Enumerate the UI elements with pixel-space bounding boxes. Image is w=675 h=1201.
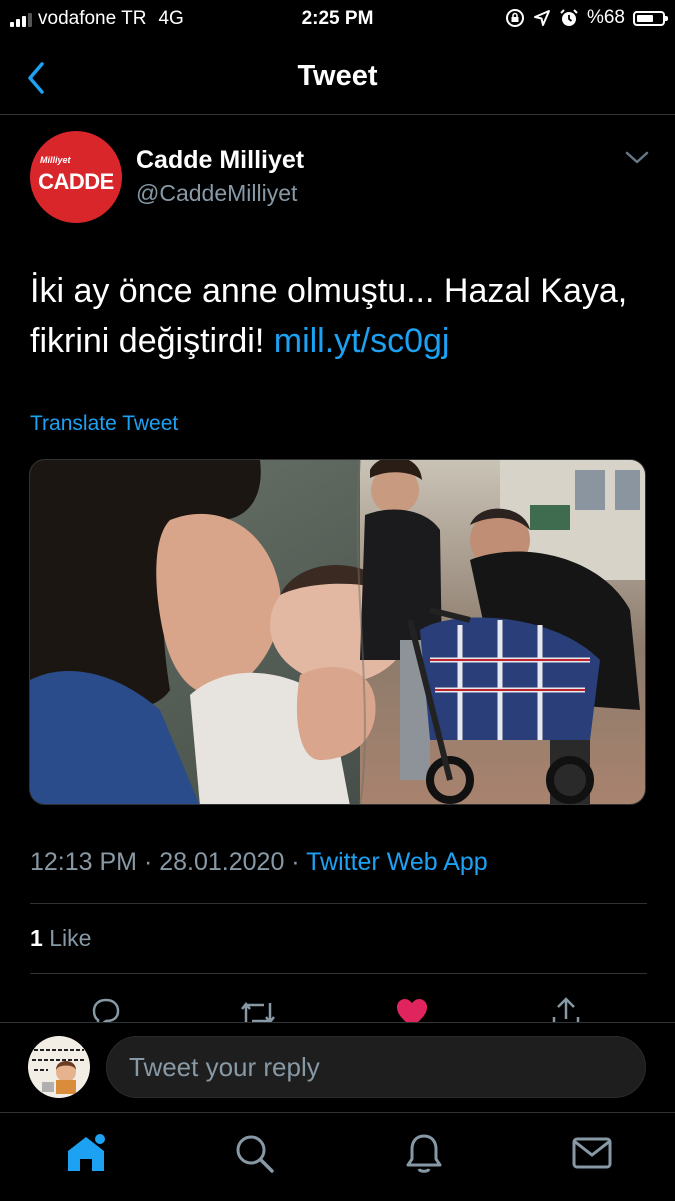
author-handle[interactable]: @CaddeMilliyet (136, 180, 297, 207)
author-avatar[interactable]: Milliyet CADDE (30, 131, 122, 223)
tweet-source[interactable]: Twitter Web App (306, 848, 488, 876)
status-right: %68 (505, 7, 668, 29)
battery-icon (633, 10, 668, 26)
like-icon[interactable] (394, 995, 430, 1023)
search-icon[interactable] (232, 1131, 276, 1175)
reply-input[interactable] (106, 1036, 646, 1098)
status-bar: vodafone TR 4G 2:25 PM %68 (0, 0, 675, 40)
messages-icon[interactable] (570, 1131, 614, 1175)
alarm-icon (560, 9, 578, 26)
tweet-text: İki ay önce anne olmuştu... Hazal Kaya, … (30, 266, 650, 366)
reply-icon[interactable] (88, 995, 124, 1023)
likes-stat[interactable]: 1 Like (30, 925, 91, 952)
tweet-time: 12:13 PM (30, 848, 138, 876)
battery-percent: %68 (586, 7, 625, 28)
share-icon[interactable] (548, 995, 584, 1023)
translate-tweet-link[interactable]: Translate Tweet (30, 412, 178, 436)
nav-bar: Tweet (0, 44, 675, 115)
notifications-icon[interactable] (402, 1131, 446, 1175)
divider (30, 903, 647, 904)
tweet-actions (0, 985, 675, 1023)
home-icon[interactable] (64, 1131, 108, 1175)
tweet-media-image[interactable] (29, 459, 646, 805)
divider (30, 973, 647, 974)
retweet-icon[interactable] (238, 995, 278, 1023)
photo-illustration (30, 460, 645, 804)
likes-count: 1 (30, 925, 43, 951)
location-arrow-icon (533, 10, 550, 26)
avatar-illustration (32, 1049, 86, 1094)
tab-bar (0, 1112, 675, 1201)
tweet-date: 28.01.2020 (159, 848, 285, 876)
likes-label: Like (49, 925, 92, 951)
author-display-name[interactable]: Cadde Milliyet (136, 146, 304, 175)
tweet-link[interactable]: mill.yt/sc0gj (274, 322, 450, 360)
user-avatar[interactable] (28, 1036, 90, 1098)
avatar-word: CADDE (38, 169, 114, 194)
screen-rotation-lock-icon (505, 9, 524, 27)
meta-separator: · (284, 848, 307, 876)
avatar-brand: Milliyet (40, 155, 71, 165)
chevron-down-icon[interactable] (624, 150, 650, 166)
page-title: Tweet (297, 60, 378, 92)
meta-separator: · (137, 848, 160, 876)
tweet-meta: 12:13 PM · 28.01.2020 · Twitter Web App (30, 848, 488, 877)
